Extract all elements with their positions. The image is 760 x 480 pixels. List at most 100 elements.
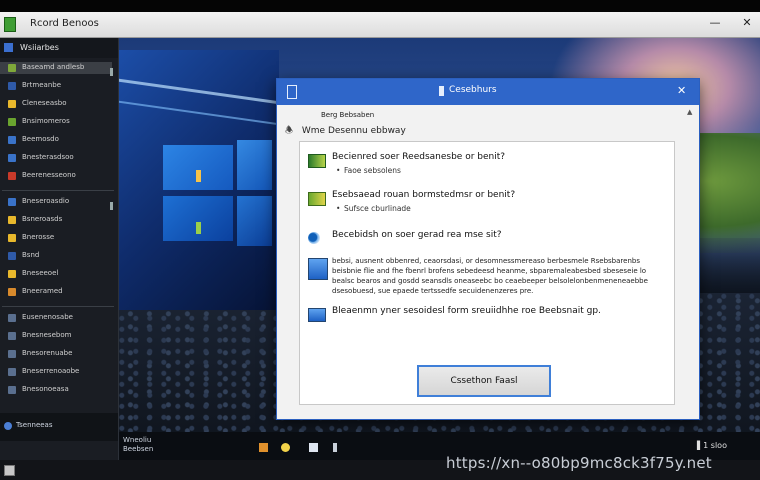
- sidebar-item[interactable]: Bneseeoel: [0, 268, 112, 280]
- scrollbar-thumb[interactable]: [110, 202, 113, 210]
- window-titlebar: Rcord Benoos — ✕: [0, 12, 760, 38]
- option-title: Becienred soer Reedsanesbe or benit?: [332, 152, 506, 162]
- app-icon: [8, 386, 16, 394]
- sidebar-item[interactable]: Beemosdo: [0, 134, 112, 146]
- option-item[interactable]: Esebsaead rouan bormstedmsr or benit? Su…: [308, 190, 668, 218]
- sidebar-item-label: Cleneseasbo: [22, 99, 67, 107]
- option-item[interactable]: Becebidsh on soer gerad rea mse sit?: [308, 230, 668, 246]
- app-icon: [8, 288, 16, 296]
- app-icon: [8, 100, 16, 108]
- option-item[interactable]: Bleaenmn yner sesoidesl form sreuiidhhe …: [308, 306, 668, 322]
- app-icon: [8, 154, 16, 162]
- app-icon: [8, 368, 16, 376]
- app-icon: [8, 64, 16, 72]
- app-icon: [8, 136, 16, 144]
- sidebar-item-label: Eusenenosabe: [22, 313, 73, 321]
- option-subtitle: Faoe sebsolens: [336, 166, 401, 175]
- app-icon: [8, 172, 16, 180]
- sidebar-header-label: Wsiiarbes: [20, 43, 59, 52]
- window-title: Rcord Benoos: [30, 18, 99, 29]
- option-item[interactable]: bebsi, ausnent obbenred, ceaorsdasi, or …: [308, 256, 668, 296]
- sidebar-item[interactable]: Eusenenosabe: [0, 312, 112, 324]
- app-icon: [8, 216, 16, 224]
- sidebar-item-label: Bnesterasdsoo: [22, 153, 74, 161]
- green-accent: [196, 222, 201, 234]
- scroll-up-icon[interactable]: ▲: [687, 109, 693, 116]
- sidebar-footer[interactable]: Tsenneeas: [0, 413, 118, 441]
- sidebar-item-label: Brtmeanbe: [22, 81, 62, 89]
- sidebar-item-label: Beerenesseono: [22, 171, 76, 179]
- pin-icon[interactable]: [333, 443, 337, 452]
- dialog-heading-text: Wme Desennu ebbway: [301, 126, 406, 136]
- option-title: Esebsaead rouan bormstedmsr or benit?: [332, 190, 516, 200]
- scrollbar-thumb[interactable]: [110, 68, 113, 76]
- windows-logo-pane: [163, 196, 233, 241]
- sidebar-item[interactable]: Bneseroasdio: [0, 196, 112, 208]
- monitor-icon: [308, 308, 326, 322]
- sidebar-item-label: Bnerosse: [22, 233, 55, 241]
- sidebar: Wsiiarbes Tsenneeas Baseamd andlesb Brtme…: [0, 38, 119, 460]
- breadcrumb[interactable]: Berg Bebsaben: [321, 111, 374, 119]
- sidebar-item[interactable]: Bnsimomeros: [0, 116, 112, 128]
- app-icon: [8, 198, 16, 206]
- monitor-icon: [308, 258, 328, 280]
- back-arrow-icon[interactable]: 🕭: [285, 123, 299, 139]
- document-icon[interactable]: [309, 443, 318, 452]
- sidebar-item[interactable]: Bsneroasds: [0, 214, 112, 226]
- sidebar-item[interactable]: Beerenesseono: [0, 170, 112, 182]
- sidebar-item-label: Bneseeoel: [22, 269, 59, 277]
- sidebar-item-label: Bneeramed: [22, 287, 63, 295]
- app-icon: [8, 350, 16, 358]
- taskbar-label: Wneoliu Beebsen: [123, 436, 153, 454]
- green-app-icon: [308, 192, 326, 206]
- sidebar-item[interactable]: Bsnd: [0, 250, 112, 262]
- disc-icon: [308, 232, 320, 244]
- windows-icon: [4, 43, 13, 52]
- sidebar-item[interactable]: Bnesnesebom: [0, 330, 112, 342]
- windows-logo-pane: [237, 196, 272, 246]
- start-icon[interactable]: [4, 465, 15, 476]
- sidebar-item[interactable]: Bnesonoeasa: [0, 384, 112, 396]
- sidebar-item-label: Beemosdo: [22, 135, 59, 143]
- primary-button[interactable]: Cssethon Faasl: [417, 365, 551, 397]
- system-tray-clock[interactable]: ▌1 sloo: [697, 441, 727, 450]
- sidebar-item[interactable]: Bnesterasdsoo: [0, 152, 112, 164]
- sidebar-item-label: Bneserrenoaobe: [22, 367, 80, 375]
- sidebar-item[interactable]: Bneeramed: [0, 286, 112, 298]
- sidebar-divider: [2, 306, 114, 307]
- user-icon: [4, 422, 12, 430]
- dialog-close-button[interactable]: ✕: [677, 84, 686, 97]
- close-button[interactable]: ✕: [740, 16, 754, 30]
- sidebar-item-label: Bnesnesebom: [22, 331, 72, 339]
- chrome-icon[interactable]: [281, 443, 290, 452]
- app-icon: [8, 314, 16, 322]
- windows-logo-pane: [237, 140, 272, 190]
- dialog-window: Cesebhurs ✕ Berg Bebsaben 🕭 Wme Desennu …: [276, 78, 700, 420]
- sidebar-divider: [2, 190, 114, 191]
- watermark-url: https://xn--o80bp9mc8ck3f75y.net: [446, 454, 712, 472]
- windows-logo-pane: [163, 145, 233, 190]
- sidebar-item[interactable]: Brtmeanbe: [0, 80, 112, 92]
- app-icon: [8, 270, 16, 278]
- option-item[interactable]: Becienred soer Reedsanesbe or benit? Fao…: [308, 152, 668, 180]
- app-icon: [8, 82, 16, 90]
- option-title: Bleaenmn yner sesoidesl form sreuiidhhe …: [332, 306, 601, 316]
- app-icon: [4, 17, 16, 32]
- sidebar-item[interactable]: Bneserrenoaobe: [0, 366, 112, 378]
- dialog-title: Cesebhurs: [449, 85, 497, 95]
- folder-icon[interactable]: [259, 443, 268, 452]
- sidebar-item[interactable]: Cleneseasbo: [0, 98, 112, 110]
- taskbar-label-line: Beebsen: [123, 445, 154, 453]
- dialog-heading: 🕭 Wme Desennu ebbway: [285, 123, 406, 139]
- app-icon: [8, 234, 16, 242]
- sidebar-item[interactable]: Baseamd andlesb: [0, 62, 112, 74]
- minimize-button[interactable]: —: [708, 16, 722, 30]
- sidebar-header[interactable]: Wsiiarbes: [0, 38, 118, 58]
- sidebar-item-label: Bnsimomeros: [22, 117, 70, 125]
- top-strip: [0, 0, 760, 12]
- sidebar-footer-label: Tsenneeas: [16, 421, 53, 429]
- dialog-app-icon: [287, 85, 297, 99]
- sidebar-item-label: Bneseroasdio: [22, 197, 70, 205]
- sidebar-item[interactable]: Bnerosse: [0, 232, 112, 244]
- sidebar-item[interactable]: Bnesorenuabe: [0, 348, 112, 360]
